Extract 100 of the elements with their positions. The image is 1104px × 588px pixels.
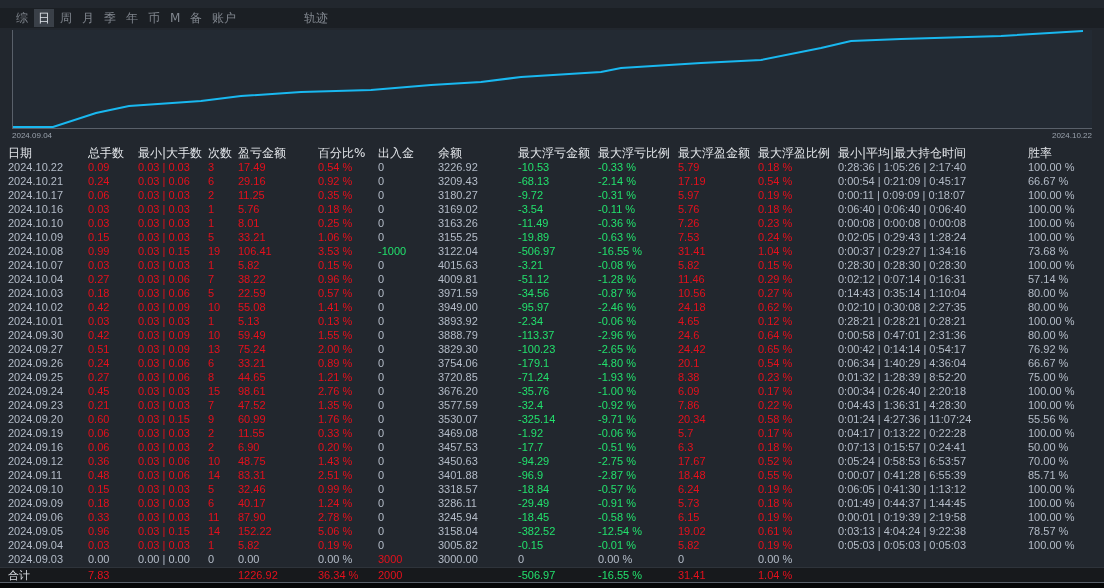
- column-header[interactable]: 次数: [208, 145, 232, 162]
- table-cell: 83.31: [238, 468, 266, 482]
- table-cell: 0.03 | 0.03: [138, 216, 190, 230]
- column-header[interactable]: 出入金: [378, 145, 414, 162]
- table-cell: -34.56: [518, 286, 550, 300]
- table-cell: 0.03 | 0.03: [138, 230, 190, 244]
- table-cell: 100.00 %: [1028, 160, 1075, 174]
- table-cell: 0: [378, 286, 385, 300]
- table-cell: 0.03 | 0.15: [138, 412, 190, 426]
- column-header[interactable]: 盈亏金额: [238, 145, 286, 162]
- tab[interactable]: 周: [56, 9, 76, 27]
- date-cell: 2024.09.30: [8, 328, 64, 342]
- table-cell: 76.92 %: [1028, 342, 1069, 356]
- table-cell: 3005.82: [438, 538, 478, 552]
- column-header[interactable]: 总手数: [88, 145, 124, 162]
- table-cell: 0:01:32 | 1:28:39 | 8:52:20: [838, 370, 967, 384]
- table-cell: 0: [378, 384, 385, 398]
- tab[interactable]: 综: [12, 9, 32, 27]
- column-header[interactable]: 最大浮盈比例: [758, 145, 830, 162]
- column-header[interactable]: 最大浮盈金额: [678, 145, 750, 162]
- table-cell: 5.97: [678, 188, 700, 202]
- table-cell: 3971.59: [438, 286, 478, 300]
- tab[interactable]: 月: [78, 9, 98, 27]
- column-header[interactable]: 余额: [438, 145, 462, 162]
- table-cell: 0: [678, 552, 685, 566]
- table-cell: -0.06 %: [598, 314, 636, 328]
- table-cell: 0.65 %: [758, 342, 793, 356]
- column-header[interactable]: 百分比%: [318, 145, 366, 162]
- table-cell: 0.54 %: [318, 160, 353, 174]
- date-cell: 2024.09.20: [8, 412, 64, 426]
- table-cell: 0: [378, 188, 385, 202]
- tab[interactable]: 轨迹: [300, 9, 333, 27]
- column-header[interactable]: 最小|大手数: [138, 145, 203, 162]
- table-cell: 0.36: [88, 454, 110, 468]
- table-cell: 33.21: [238, 230, 266, 244]
- tab[interactable]: M: [166, 9, 185, 27]
- table-cell: -0.33 %: [598, 160, 636, 174]
- table-cell: 0: [378, 370, 385, 384]
- table-cell: 1: [208, 216, 215, 230]
- table-cell: 5.82: [678, 258, 700, 272]
- table-cell: 0: [378, 356, 385, 370]
- table-cell: 20.34: [678, 412, 706, 426]
- table-cell: -9.71 %: [598, 412, 636, 426]
- table-cell: 0.27 %: [758, 286, 793, 300]
- tab[interactable]: 币: [144, 9, 164, 27]
- table-cell: 3577.59: [438, 398, 478, 412]
- tab[interactable]: 备: [186, 9, 207, 27]
- table-cell: 22.59: [238, 286, 266, 300]
- table-cell: 0:00:54 | 0:21:09 | 0:45:17: [838, 174, 967, 188]
- date-cell: 2024.09.10: [8, 482, 64, 496]
- date-cell: 2024.10.01: [8, 314, 64, 328]
- date-cell: 2024.09.12: [8, 454, 64, 468]
- column-header[interactable]: 最大浮亏比例: [598, 145, 670, 162]
- table-cell: 0.18: [88, 286, 110, 300]
- table-cell: 0.13 %: [318, 314, 353, 328]
- table-cell: -18.45: [518, 510, 550, 524]
- table-cell: 0.29 %: [758, 272, 793, 286]
- table-cell: 75.24: [238, 342, 266, 356]
- column-header[interactable]: 最大浮亏金额: [518, 145, 590, 162]
- axis-label: 2024.09.04: [12, 131, 53, 140]
- table-cell: 0.25 %: [318, 216, 353, 230]
- date-cell: 2024.09.05: [8, 524, 64, 538]
- table-cell: 100.00 %: [1028, 510, 1075, 524]
- tab[interactable]: 日: [34, 9, 54, 27]
- table-cell: -32.4: [518, 398, 544, 412]
- table-cell: 19.02: [678, 524, 706, 538]
- table-cell: 0.03 | 0.03: [138, 440, 190, 454]
- table-cell: 100.00 %: [1028, 426, 1075, 440]
- table-cell: 100.00 %: [1028, 202, 1075, 216]
- tab[interactable]: 账户: [208, 9, 241, 27]
- column-header[interactable]: 胜率: [1028, 145, 1052, 162]
- table-cell: -12.54 %: [598, 524, 643, 538]
- table-cell: 0:00:08 | 0:00:08 | 0:00:08: [838, 216, 967, 230]
- table-cell: 0.00: [238, 552, 260, 566]
- column-header[interactable]: 最小|平均|最大持仓时间: [838, 145, 967, 162]
- table-cell: 0.15 %: [318, 258, 353, 272]
- tab[interactable]: 年: [122, 9, 142, 27]
- table-cell: 17.19: [678, 174, 706, 188]
- table-cell: 1.43 %: [318, 454, 353, 468]
- table-cell: 0.18 %: [758, 496, 793, 510]
- table-cell: 1.55 %: [318, 328, 353, 342]
- tab[interactable]: 季: [100, 9, 120, 27]
- table-cell: 6: [208, 174, 215, 188]
- column-header[interactable]: 日期: [8, 145, 32, 162]
- table-cell: 9: [208, 412, 215, 426]
- table-cell: 0.03 | 0.06: [138, 468, 190, 482]
- table-cell: 0:06:40 | 0:06:40 | 0:06:40: [838, 202, 967, 216]
- table-cell: -0.15: [518, 538, 544, 552]
- table-cell: 70.00 %: [1028, 454, 1069, 468]
- table-cell: 0: [378, 454, 385, 468]
- table-cell: -382.52: [518, 524, 556, 538]
- date-cell: 2024.09.16: [8, 440, 64, 454]
- table-cell: 0.03 | 0.15: [138, 244, 190, 258]
- table-cell: 3754.06: [438, 356, 478, 370]
- table-cell: 8.38: [678, 370, 700, 384]
- table-cell: 0.61 %: [758, 524, 793, 538]
- table-cell: 3163.26: [438, 216, 478, 230]
- table-cell: 2: [208, 426, 215, 440]
- table-cell: 2.76 %: [318, 384, 353, 398]
- table-cell: 3720.85: [438, 370, 478, 384]
